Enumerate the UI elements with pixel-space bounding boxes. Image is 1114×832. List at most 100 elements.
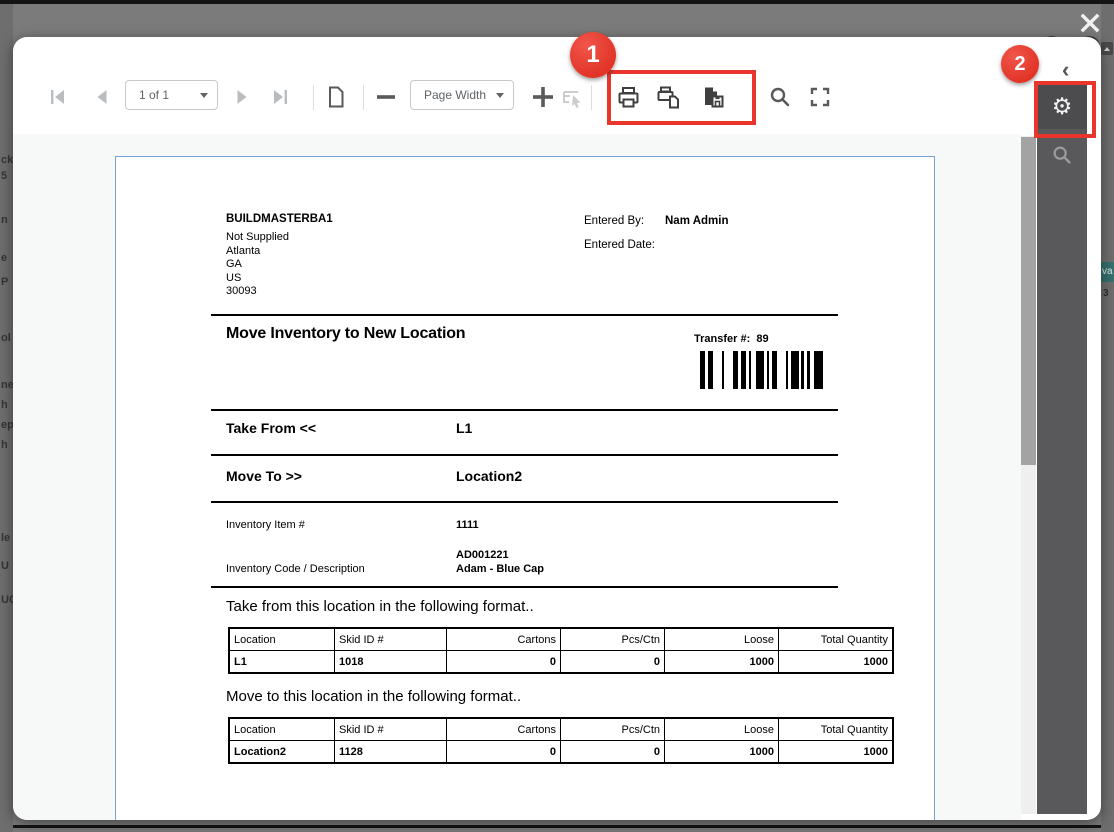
entered-by-value: Nam Admin — [665, 215, 728, 227]
background-scrolltop-button — [1101, 42, 1113, 55]
search-icon — [767, 84, 793, 110]
toolbar-separator — [591, 85, 592, 110]
transfer-barcode — [700, 351, 823, 389]
scrollbar-thumb[interactable] — [1021, 137, 1036, 465]
zoom-out-button[interactable] — [371, 82, 401, 112]
table-header-cell: Cartons — [447, 718, 561, 741]
inventory-description: Adam - Blue Cap — [456, 563, 544, 575]
whole-page-icon — [323, 84, 349, 110]
barcode-bar — [786, 351, 788, 389]
table-cell: 0 — [447, 651, 561, 674]
content-select-button[interactable] — [558, 82, 588, 112]
last-page-button[interactable] — [265, 82, 295, 112]
table-cell: 0 — [447, 741, 561, 764]
table-cell: L1 — [229, 651, 335, 674]
background-right-edge: va 3 — [1101, 4, 1114, 832]
divider — [211, 454, 838, 456]
barcode-bar — [708, 351, 713, 389]
warehouse-name: BUILDMASTERBA1 — [226, 213, 333, 225]
table-header-cell: Loose — [665, 628, 779, 651]
export-button[interactable] — [694, 82, 734, 112]
settings-button[interactable]: ⚙ — [1037, 84, 1087, 129]
bg-fragment: 3 — [1103, 288, 1109, 299]
table-cell: 1018 — [335, 651, 447, 674]
divider — [211, 314, 838, 316]
table-header-cell: Loose — [665, 718, 779, 741]
annotation-step-1-badge: 1 — [570, 32, 616, 78]
barcode-bar — [756, 351, 764, 389]
document-viewport[interactable]: BUILDMASTERBA1 Not Supplied Atlanta GA U… — [13, 134, 1021, 820]
panel-search-button[interactable] — [1037, 135, 1087, 175]
address-line: US — [226, 272, 289, 286]
take-from-label: Take From << — [226, 420, 316, 436]
print-button[interactable] — [613, 82, 643, 112]
inventory-code-label: Inventory Code / Description — [226, 563, 365, 575]
barcode-bar — [814, 351, 823, 389]
transfer-label: Transfer #: — [694, 333, 750, 345]
close-button[interactable] — [1072, 8, 1108, 38]
zoom-out-icon — [374, 85, 398, 109]
take-from-table: LocationSkid ID #CartonsPcs/CtnLooseTota… — [228, 627, 894, 674]
table-header-cell: Total Quantity — [779, 718, 894, 741]
next-page-button[interactable] — [227, 82, 257, 112]
address-line: Not Supplied — [226, 231, 289, 245]
divider — [211, 501, 838, 503]
vertical-scrollbar[interactable] — [1021, 136, 1036, 814]
table-header-row: LocationSkid ID #CartonsPcs/CtnLooseTota… — [229, 628, 893, 651]
background-left-edge: ck 5 n e P ol ne h ep h le U UC — [0, 4, 13, 832]
zoom-in-button[interactable] — [528, 82, 558, 112]
table-cell: 1000 — [665, 651, 779, 674]
page-number-select[interactable]: 1 of 1 — [125, 80, 218, 110]
bg-fragment: P — [1, 276, 8, 288]
full-screen-button[interactable] — [805, 82, 835, 112]
address-line: Atlanta — [226, 245, 289, 259]
bg-fragment: U — [1, 560, 9, 572]
next-page-icon — [230, 85, 254, 109]
annotation-step-2-badge: 2 — [1001, 45, 1039, 83]
barcode-bar — [733, 351, 738, 389]
barcode-bar — [749, 351, 751, 389]
bg-fragment: le — [1, 532, 10, 544]
entered-by-label: Entered By: — [584, 215, 644, 227]
take-section-heading: Take from this location in the following… — [226, 598, 534, 615]
barcode-bar — [791, 351, 799, 389]
zoom-in-icon — [530, 84, 556, 110]
bg-fragment: ep — [1, 419, 13, 431]
previous-page-button[interactable] — [87, 82, 117, 112]
barcode-bar — [767, 351, 769, 389]
table-cell: 1128 — [335, 741, 447, 764]
table-header-cell: Skid ID # — [335, 628, 447, 651]
move-to-label: Move To >> — [226, 468, 302, 484]
bg-fragment: h — [1, 439, 8, 451]
collapse-panel-button[interactable]: ‹ — [1062, 59, 1069, 81]
print-icon — [615, 84, 642, 111]
take-from-value: L1 — [456, 420, 472, 436]
close-icon — [1079, 12, 1101, 34]
print-current-page-button[interactable] — [653, 82, 683, 112]
toolbar-separator — [313, 85, 314, 110]
zoom-level-select[interactable]: Page Width — [410, 80, 514, 110]
first-page-button[interactable] — [43, 82, 73, 112]
report-viewer-dialog: 1 of 1 Page Width — [13, 37, 1101, 820]
barcode-bar — [772, 351, 777, 389]
content-select-icon — [560, 84, 586, 110]
search-button[interactable] — [765, 82, 795, 112]
table-cell: 1000 — [665, 741, 779, 764]
table-header-cell: Location — [229, 718, 335, 741]
move-to-value: Location2 — [456, 468, 522, 484]
barcode-bar — [700, 351, 705, 389]
bg-fragment: ck — [1, 154, 13, 166]
bg-fragment: h — [1, 399, 8, 411]
chevron-left-icon: ‹ — [1062, 57, 1069, 82]
previous-page-icon — [90, 85, 114, 109]
bg-fragment: UC — [1, 594, 13, 606]
transfer-number: 89 — [756, 333, 768, 345]
table-cell: 0 — [561, 741, 665, 764]
bg-fragment: va — [1101, 262, 1114, 282]
divider — [211, 586, 838, 588]
inventory-item-value: 1111 — [456, 519, 479, 531]
entered-date-label: Entered Date: — [584, 239, 655, 251]
gear-icon: ⚙ — [1052, 93, 1073, 119]
whole-page-view-button[interactable] — [321, 82, 351, 112]
move-to-table: LocationSkid ID #CartonsPcs/CtnLooseTota… — [228, 717, 894, 764]
